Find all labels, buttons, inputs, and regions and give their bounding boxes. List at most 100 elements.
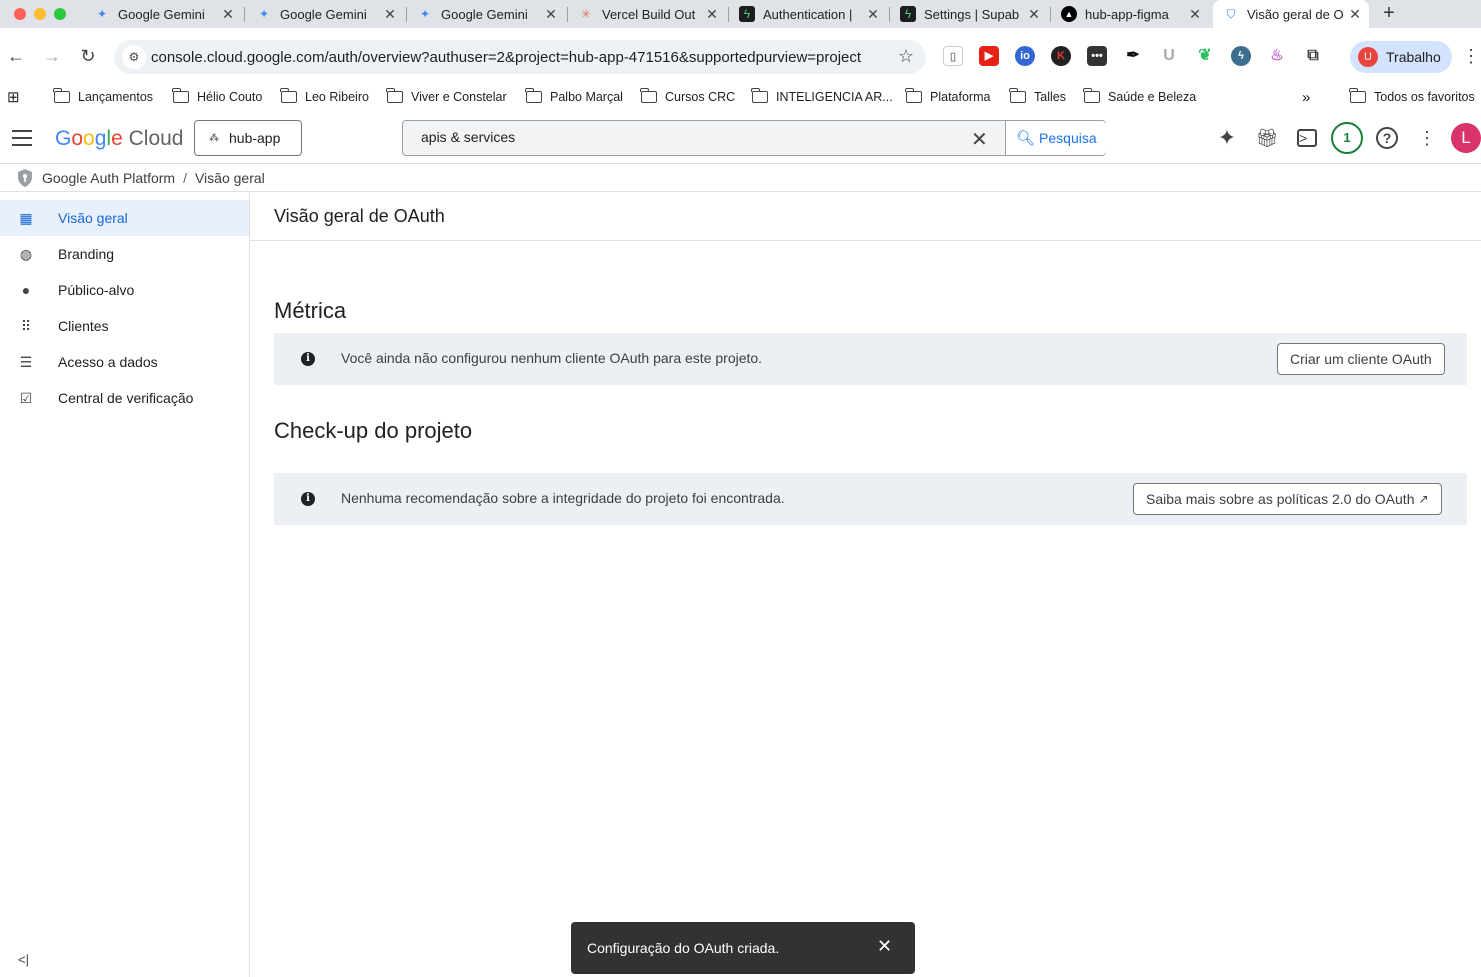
browser-tab[interactable]: ▲ hub-app-figma ✕ [1051, 0, 1209, 28]
collapse-sidebar-icon[interactable]: <| [18, 952, 29, 967]
console-header: Google Cloud ⁂ hub-app ✕ 🔍︎ Pesquisa ✦ 🎁… [0, 114, 1481, 164]
learn-oauth-policies-button[interactable]: Saiba mais sobre as políticas 2.0 do OAu… [1133, 483, 1442, 515]
bookmark-label: INTELIGENCIA AR... [776, 90, 893, 104]
sidebar-item-central-de-verificacao[interactable]: ☑ Central de verificação [0, 380, 249, 416]
tab-title: Authentication | [763, 6, 853, 22]
reload-icon[interactable]: ↻ [76, 44, 100, 68]
breadcrumb-root[interactable]: Google Auth Platform [42, 170, 175, 186]
google-cloud-logo[interactable]: Google Cloud [55, 127, 183, 151]
bookmark-folder[interactable]: Leo Ribeiro [280, 87, 369, 107]
bookmark-folder[interactable]: Palbo Marçal [525, 87, 623, 107]
tab-title: Google Gemini [280, 6, 367, 22]
close-tab-icon[interactable]: ✕ [543, 6, 559, 23]
hamburger-menu-icon[interactable] [12, 130, 32, 146]
close-window-button[interactable] [14, 8, 26, 20]
user-avatar[interactable]: L [1451, 123, 1481, 153]
extension-icon[interactable]: ▯ [943, 46, 963, 66]
bookmark-folder[interactable]: Viver e Constelar [386, 87, 507, 107]
extension-icon[interactable]: ♨ [1267, 46, 1287, 66]
extension-icon[interactable]: ••• [1087, 46, 1107, 66]
snackbar-toast: Configuração do OAuth criada. ✕ [571, 922, 915, 974]
extension-icon[interactable]: io [1015, 46, 1035, 66]
search-input[interactable] [421, 129, 961, 145]
close-tab-icon[interactable]: ✕ [220, 6, 236, 23]
browser-tab-active[interactable]: ⛉ Visão geral de O ✕ [1213, 0, 1369, 28]
url-text[interactable]: console.cloud.google.com/auth/overview?a… [151, 49, 861, 66]
evernote-icon[interactable]: ❦ [1195, 46, 1215, 66]
sidebar-item-publico-alvo[interactable]: ● Público-alvo [0, 272, 249, 308]
claude-icon: ✳ [580, 7, 592, 21]
bookmark-folder[interactable]: Hélio Couto [172, 87, 262, 107]
browser-tab[interactable]: ✳ Vercel Build Out ✕ [568, 0, 726, 28]
info-icon: i [301, 492, 315, 506]
sidebar-item-clientes[interactable]: ⠿ Clientes [0, 308, 249, 344]
forward-arrow-icon[interactable]: → [40, 44, 64, 68]
more-bookmarks-chevron-icon[interactable]: » [1302, 87, 1310, 107]
shield-icon: ⛉ [1226, 6, 1236, 21]
maximize-window-button[interactable] [54, 8, 66, 20]
sidebar-item-label: Público-alvo [58, 282, 135, 298]
cloud-shell-terminal-icon[interactable]: >_ [1297, 129, 1317, 147]
bookmarks-bar: ⊞ Lançamentos Hélio Couto Leo Ribeiro Vi… [0, 84, 1481, 110]
verified-checkbox-icon: ☑ [19, 389, 33, 406]
browser-tab[interactable]: ϟ Settings | Supab ✕ [890, 0, 1048, 28]
clear-search-icon[interactable]: ✕ [971, 127, 988, 152]
eyedropper-icon[interactable]: ✒ [1123, 46, 1143, 66]
browser-tab[interactable]: ✦ Google Gemini ✕ [246, 0, 404, 28]
browser-tab[interactable]: ϟ Authentication | ✕ [729, 0, 887, 28]
profile-button[interactable]: U Trabalho [1350, 41, 1452, 73]
bookmark-folder[interactable]: Saúde e Beleza [1083, 87, 1197, 107]
apps-grid-icon[interactable]: ⊞ [7, 87, 20, 107]
folder-icon [640, 88, 657, 103]
address-bar[interactable]: ⚙ console.cloud.google.com/auth/overview… [114, 40, 926, 74]
bookmark-folder[interactable]: INTELIGENCIA AR... [751, 87, 893, 107]
close-tab-icon[interactable]: ✕ [1347, 6, 1363, 23]
project-hub-icon: ⁂ [209, 132, 219, 144]
bookmark-folder[interactable]: Talles [1009, 87, 1066, 107]
close-tab-icon[interactable]: ✕ [1187, 6, 1203, 23]
new-tab-button[interactable]: + [1378, 3, 1400, 25]
browser-menu-icon[interactable]: ⋮ [1462, 46, 1480, 67]
folder-icon [172, 88, 189, 103]
sidebar-item-acesso-a-dados[interactable]: ☰ Acesso a dados [0, 344, 249, 380]
breadcrumb: Google Auth Platform / Visão geral [0, 164, 1481, 192]
checkup-section-title: Check-up do projeto [274, 418, 473, 443]
extension-icon[interactable]: K [1051, 46, 1071, 66]
close-tab-icon[interactable]: ✕ [865, 6, 881, 23]
sidebar-item-branding[interactable]: ◍ Branding [0, 236, 249, 272]
extension-icon[interactable]: U [1159, 46, 1179, 66]
close-toast-icon[interactable]: ✕ [877, 936, 892, 957]
project-picker-button[interactable]: ⁂ hub-app [194, 120, 302, 156]
close-tab-icon[interactable]: ✕ [382, 6, 398, 23]
create-oauth-client-button[interactable]: Criar um cliente OAuth [1277, 343, 1445, 375]
gemini-sparkle-icon[interactable]: ✦ [1215, 126, 1239, 150]
extension-icon[interactable]: ϟ [1231, 46, 1251, 66]
tab-title: hub-app-figma [1085, 6, 1169, 22]
tab-title: Settings | Supab [924, 6, 1020, 22]
browser-tab[interactable]: ✦ Google Gemini ✕ [407, 0, 565, 28]
help-icon[interactable]: ? [1376, 127, 1398, 149]
site-settings-icon[interactable]: ⚙ [122, 45, 146, 69]
gift-icon[interactable]: 🎁︎ [1255, 126, 1279, 150]
notifications-badge[interactable]: 1 [1331, 122, 1363, 154]
minimize-window-button[interactable] [34, 8, 46, 20]
puzzle-icon[interactable]: ⧉ [1303, 46, 1323, 66]
bookmark-label: Palbo Marçal [550, 90, 623, 104]
bookmark-folder[interactable]: Plataforma [905, 87, 990, 107]
close-tab-icon[interactable]: ✕ [704, 6, 720, 23]
more-options-icon[interactable]: ⋮ [1415, 126, 1439, 150]
search-button-label: Pesquisa [1039, 130, 1097, 146]
bookmark-folder[interactable]: Cursos CRC [640, 87, 735, 107]
back-arrow-icon[interactable]: ← [4, 44, 28, 68]
all-bookmarks-folder[interactable]: Todos os favoritos [1349, 87, 1475, 107]
bookmark-label: Leo Ribeiro [305, 90, 369, 104]
bookmark-label: Saúde e Beleza [1108, 90, 1197, 104]
bookmark-star-icon[interactable]: ☆ [898, 46, 914, 67]
browser-tab[interactable]: ✦ Google Gemini ✕ [84, 0, 242, 28]
bookmark-folder[interactable]: Lançamentos [53, 87, 153, 107]
close-tab-icon[interactable]: ✕ [1026, 6, 1042, 23]
search-button[interactable]: 🔍︎ Pesquisa [1005, 121, 1106, 155]
folder-icon [1349, 88, 1366, 103]
sidebar-item-visao-geral[interactable]: ▦ Visão geral [0, 200, 249, 236]
youtube-extension-icon[interactable]: ▶ [979, 46, 999, 66]
